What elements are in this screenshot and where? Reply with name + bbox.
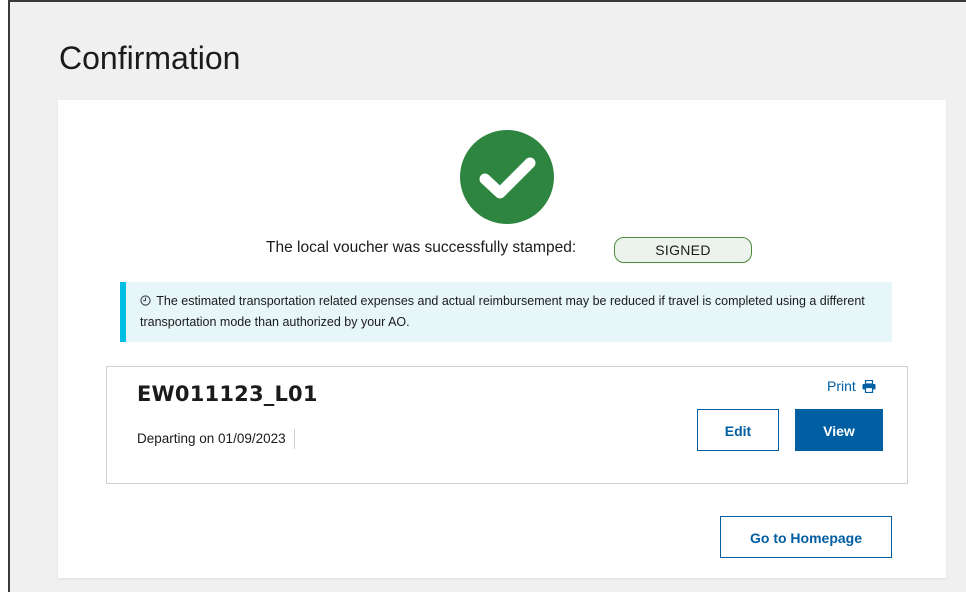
clock-icon [140,295,151,306]
view-button[interactable]: View [795,409,883,451]
app-frame: Confirmation The local voucher was succe… [8,0,966,592]
alert-text: The estimated transportation related exp… [140,294,865,329]
departing-date: Departing on 01/09/2023 [137,429,295,449]
check-circle-icon [460,130,554,224]
status-row: The local voucher was successfully stamp… [58,234,946,264]
voucher-card: EW011123_L01 Departing on 01/09/2023 Pri… [106,366,908,484]
confirmation-card: The local voucher was successfully stamp… [58,100,946,578]
edit-button[interactable]: Edit [697,409,779,451]
go-to-homepage-button[interactable]: Go to Homepage [720,516,892,558]
printer-icon [862,380,876,393]
print-link[interactable]: Print [827,377,876,395]
voucher-id: EW011123_L01 [137,382,318,406]
status-badge: SIGNED [614,237,752,263]
print-label: Print [827,378,856,394]
info-alert: The estimated transportation related exp… [120,282,892,342]
status-message: The local voucher was successfully stamp… [266,239,577,256]
page-title: Confirmation [59,40,241,76]
